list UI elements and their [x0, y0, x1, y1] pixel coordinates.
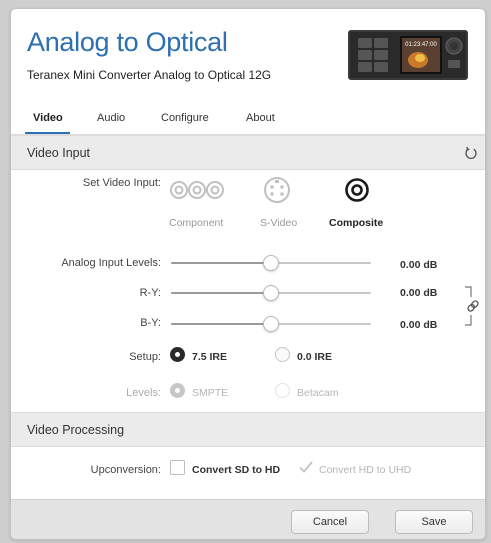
upconversion-label: Upconversion:	[90, 464, 161, 476]
levels-betacam-label: Betacam	[297, 387, 339, 399]
r-y-slider[interactable]	[171, 285, 371, 301]
set-video-input-label: Set Video Input:	[82, 177, 161, 189]
input-option-component[interactable]: Component	[165, 175, 229, 235]
b-y-value: 0.00 dB	[400, 319, 438, 331]
tab-video[interactable]: Video	[33, 112, 63, 124]
svideo-connector-icon	[264, 177, 290, 203]
r-y-label: R-Y:	[139, 287, 161, 299]
tab-about[interactable]: About	[246, 112, 275, 124]
slider-thumb[interactable]	[263, 316, 279, 332]
b-y-label: B-Y:	[140, 317, 161, 329]
setup-0-0-ire-radio[interactable]	[275, 347, 290, 362]
analog-input-levels-value: 0.00 dB	[400, 259, 438, 271]
convert-sd-to-hd-label: Convert SD to HD	[192, 464, 281, 476]
convert-sd-to-hd-checkbox[interactable]	[170, 460, 185, 475]
b-y-slider[interactable]	[171, 316, 371, 332]
levels-smpte-label: SMPTE	[192, 387, 229, 399]
footer-bar: Cancel Save	[11, 499, 485, 539]
levels-smpte-radio	[170, 383, 185, 398]
r-y-value: 0.00 dB	[400, 287, 438, 299]
cancel-button[interactable]: Cancel	[291, 510, 369, 534]
slider-thumb[interactable]	[263, 285, 279, 301]
device-image: 01:23:47:00	[348, 30, 468, 80]
tab-bar: Video Audio Configure About	[11, 105, 485, 135]
tab-configure[interactable]: Configure	[161, 112, 209, 124]
device-timecode: 01:23:47:00	[405, 42, 437, 48]
input-option-svideo[interactable]: S-Video	[252, 175, 306, 235]
composite-connector-icon	[345, 178, 369, 202]
device-model-name: Teranex Mini Converter Analog to Optical…	[27, 68, 272, 82]
convert-hd-to-uhd-label: Convert HD to UHD	[319, 464, 412, 476]
video-processing-section-header: Video Processing	[11, 412, 485, 447]
reset-icon[interactable]	[464, 146, 478, 160]
video-input-section-title: Video Input	[27, 146, 91, 160]
setup-0-0-ire-label: 0.0 IRE	[297, 351, 333, 363]
page-title: Analog to Optical	[27, 27, 228, 57]
setup-label: Setup:	[129, 351, 161, 363]
setup-7-5-ire-label: 7.5 IRE	[192, 351, 228, 363]
analog-input-levels-label: Analog Input Levels:	[61, 257, 161, 269]
header: Analog to Optical Teranex Mini Converter…	[11, 9, 485, 135]
video-input-section-header: Video Input	[11, 135, 485, 170]
link-icon[interactable]	[463, 283, 483, 329]
tab-audio[interactable]: Audio	[97, 112, 125, 124]
settings-window: Analog to Optical Teranex Mini Converter…	[10, 8, 486, 540]
convert-hd-to-uhd-check-icon	[299, 461, 313, 473]
active-tab-indicator	[25, 132, 70, 134]
input-option-label: Composite	[329, 217, 384, 229]
input-option-composite[interactable]: Composite	[325, 175, 391, 235]
video-processing-section-title: Video Processing	[27, 423, 125, 437]
save-button[interactable]: Save	[395, 510, 473, 534]
analog-input-levels-slider[interactable]	[171, 255, 371, 271]
component-connector-icon	[170, 181, 224, 199]
input-option-label: Component	[169, 217, 224, 229]
input-option-label: S-Video	[260, 217, 298, 229]
setup-7-5-ire-radio[interactable]	[170, 347, 185, 362]
levels-label: Levels:	[126, 387, 161, 399]
levels-betacam-radio	[275, 383, 290, 398]
slider-thumb[interactable]	[263, 255, 279, 271]
